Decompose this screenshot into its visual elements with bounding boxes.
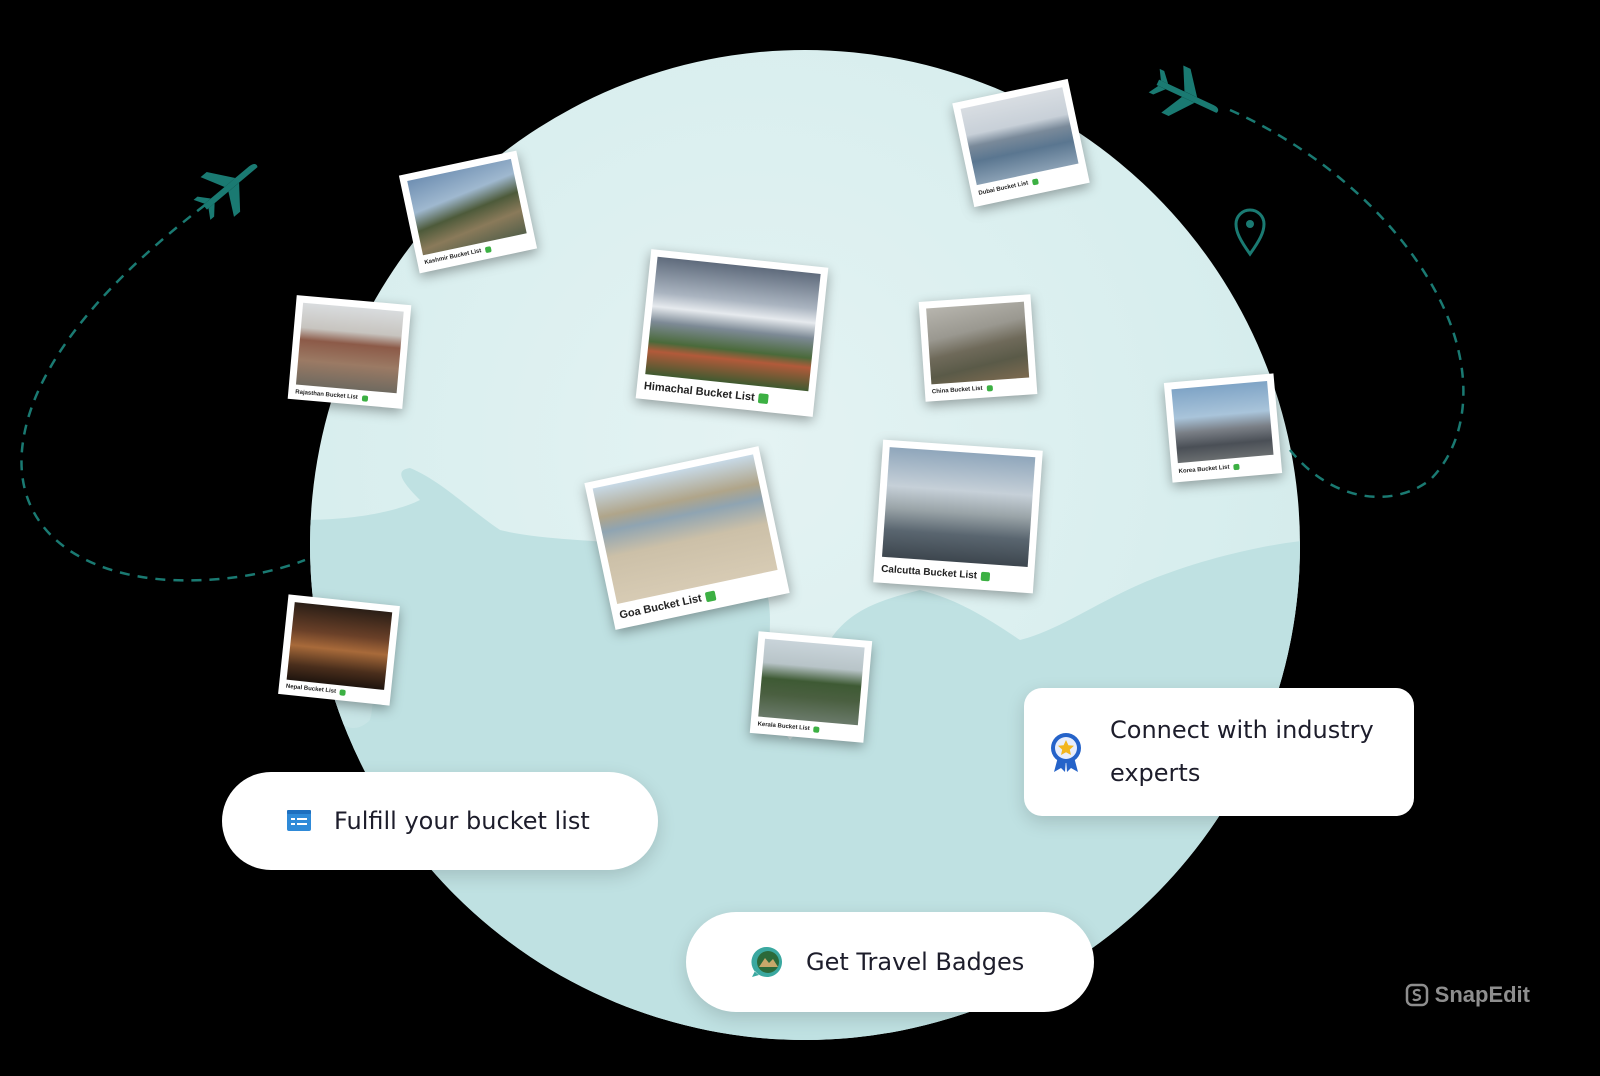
feature-industry-experts[interactable]: Connect with industry experts bbox=[1024, 688, 1414, 816]
feature-travel-badges[interactable]: Get Travel Badges bbox=[686, 912, 1094, 1012]
photo-card-china[interactable]: China Bucket List bbox=[918, 294, 1038, 402]
hero-illustration: Kashmir Bucket List Rajasthan Bucket Lis… bbox=[0, 0, 1600, 1076]
check-badge-icon bbox=[758, 393, 770, 405]
check-badge-icon bbox=[704, 590, 717, 603]
photo-card-kerala[interactable]: Kerala Bucket List bbox=[749, 631, 873, 743]
feature-bucket-list[interactable]: Fulfill your bucket list bbox=[222, 772, 658, 870]
snapedit-logo-icon bbox=[1405, 983, 1429, 1007]
check-badge-icon bbox=[361, 394, 368, 402]
airplane-icon bbox=[193, 163, 258, 220]
photo-caption: Rajasthan Bucket List bbox=[295, 388, 359, 401]
photo-card-rajasthan[interactable]: Rajasthan Bucket List bbox=[287, 295, 412, 409]
temple-night-photo bbox=[286, 602, 393, 690]
photo-card-calcutta[interactable]: Calcutta Bucket List bbox=[873, 439, 1043, 594]
feature-label: Connect with industry experts bbox=[1110, 716, 1374, 787]
palace-photo bbox=[295, 302, 404, 394]
left-flight-path bbox=[20, 204, 306, 582]
check-badge-icon bbox=[484, 246, 492, 254]
watermark-text: SnapEdit bbox=[1434, 982, 1530, 1007]
award-ribbon-icon bbox=[1046, 731, 1086, 773]
photo-caption: Korea Bucket List bbox=[1178, 464, 1230, 476]
check-badge-icon bbox=[986, 385, 993, 392]
check-badge-icon bbox=[1233, 463, 1240, 471]
photo-card-nepal[interactable]: Nepal Bucket List bbox=[278, 594, 400, 706]
houseboat-photo bbox=[758, 638, 865, 726]
great-wall-photo bbox=[926, 301, 1030, 385]
skyline-photo bbox=[1171, 380, 1274, 464]
photo-card-himachal[interactable]: Himachal Bucket List bbox=[635, 249, 829, 417]
photo-caption: Nepal Bucket List bbox=[285, 683, 337, 695]
monument-photo bbox=[882, 447, 1036, 567]
checklist-icon bbox=[286, 810, 312, 832]
feature-label: Fulfill your bucket list bbox=[334, 807, 590, 835]
photo-caption: Kerala Bucket List bbox=[757, 721, 810, 733]
airplane-icon bbox=[1148, 65, 1219, 117]
check-badge-icon bbox=[339, 689, 347, 696]
check-badge-icon bbox=[813, 726, 820, 733]
himalaya-town-photo bbox=[645, 256, 821, 392]
photo-card-korea[interactable]: Korea Bucket List bbox=[1163, 373, 1283, 483]
photo-caption: China Bucket List bbox=[931, 385, 983, 396]
feature-label: Get Travel Badges bbox=[806, 948, 1025, 976]
photo-caption: Dubai Bucket List bbox=[978, 180, 1029, 197]
travel-badge-icon bbox=[750, 945, 784, 979]
check-badge-icon bbox=[1031, 178, 1039, 186]
watermark: SnapEdit bbox=[1405, 982, 1530, 1008]
location-pin-icon bbox=[1234, 208, 1266, 257]
check-badge-icon bbox=[980, 571, 991, 581]
photo-caption: Himachal Bucket List bbox=[643, 380, 756, 404]
photo-caption: Calcutta Bucket List bbox=[880, 563, 978, 581]
